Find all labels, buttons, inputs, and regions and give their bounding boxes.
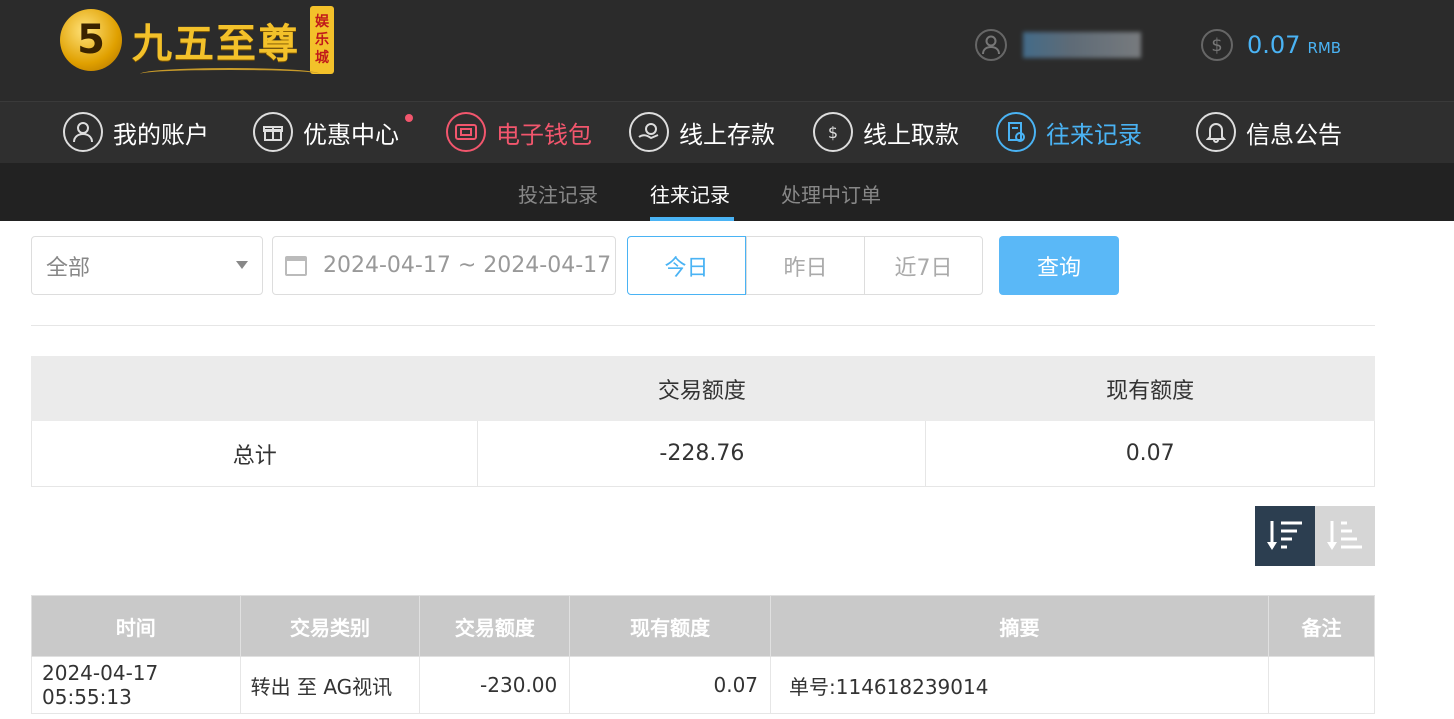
withdraw-icon: $: [813, 112, 853, 152]
logo-flourish: [140, 68, 320, 80]
brand-logo[interactable]: 5 九五至尊 娱乐城: [60, 6, 334, 74]
nav-promotions[interactable]: 优惠中心: [253, 112, 413, 152]
query-button[interactable]: 查询: [999, 236, 1119, 295]
summary-total-amount: -228.76: [477, 420, 927, 487]
yesterday-button[interactable]: 昨日: [746, 236, 865, 295]
nav-my-account[interactable]: 我的账户: [63, 112, 209, 152]
sort-ascending-button[interactable]: [1315, 506, 1375, 566]
col-header-note: 备注: [1267, 595, 1376, 657]
wallet-icon: [446, 112, 486, 152]
last-7-days-button[interactable]: 近7日: [864, 236, 983, 295]
transaction-table: 时间 交易类别 交易额度 现有额度 摘要 备注 2024-04-17 05:55…: [31, 595, 1376, 714]
nav-online-deposit[interactable]: 线上存款: [629, 112, 775, 152]
nav-label: 电子钱包: [496, 120, 592, 149]
summary-row: 总计 -228.76 0.07: [30, 420, 1375, 487]
logo-emblem-icon: 5: [60, 9, 122, 71]
logo-seal-text: 娱乐城: [315, 14, 329, 66]
cell-time: 2024-04-17 05:55:13: [31, 656, 241, 714]
nav-e-wallet[interactable]: 电子钱包: [446, 112, 592, 152]
top-bar: 5 九五至尊 娱乐城 $ 0.07 RMB: [0, 0, 1454, 101]
sub-nav: 投注记录 往来记录 处理中订单: [0, 163, 1454, 221]
balance-currency: RMB: [1307, 39, 1342, 57]
balance-value: 0.07: [1247, 31, 1301, 59]
nav-transaction-records[interactable]: 往来记录: [996, 112, 1142, 152]
date-range-value: 2024-04-17 ~ 2024-04-17: [323, 253, 612, 278]
main-nav: 我的账户 优惠中心 电子钱包 线上存款 $ 线上取款 往来记录 信息公告: [0, 101, 1454, 163]
nav-label: 线上存款: [679, 120, 775, 149]
sort-descending-button[interactable]: [1255, 506, 1315, 566]
cell-amount: -230.00: [419, 656, 571, 714]
summary-header-amount: 交易额度: [477, 356, 927, 421]
logo-text: 九五至尊: [132, 20, 300, 67]
table-header-row: 时间 交易类别 交易额度 现有额度 摘要 备注: [31, 595, 1376, 657]
sort-descending-icon: [1267, 521, 1302, 550]
summary-header-balance: 现有额度: [925, 356, 1375, 421]
gift-icon: [253, 112, 293, 152]
col-header-time: 时间: [31, 595, 241, 657]
user-icon: [63, 112, 103, 152]
notification-dot: [405, 114, 413, 122]
summary-total-label: 总计: [30, 420, 479, 487]
type-select[interactable]: 全部: [31, 236, 263, 295]
balance-display: $ 0.07 RMB: [1201, 29, 1341, 61]
user-icon: [975, 29, 1007, 61]
nav-online-withdraw[interactable]: $ 线上取款: [813, 112, 959, 152]
logo-seal: 娱乐城: [310, 6, 334, 74]
sort-ascending-icon: [1327, 521, 1362, 550]
cell-type: 转出 至 AG视讯: [239, 656, 421, 714]
col-header-summary: 摘要: [770, 595, 1269, 657]
records-icon: [996, 112, 1036, 152]
deposit-icon: [629, 112, 669, 152]
nav-label: 优惠中心: [303, 120, 399, 149]
today-button[interactable]: 今日: [627, 236, 746, 295]
cell-summary: 单号:114618239014: [770, 656, 1269, 714]
cell-balance: 0.07: [569, 656, 772, 714]
user-info[interactable]: [975, 29, 1141, 61]
tab-transaction-records[interactable]: 往来记录: [650, 179, 730, 208]
nav-announcements[interactable]: 信息公告: [1196, 112, 1342, 152]
divider: [31, 325, 1375, 326]
username-redacted: [1023, 32, 1141, 58]
nav-label: 线上取款: [863, 120, 959, 149]
col-header-balance: 现有额度: [569, 595, 772, 657]
date-range-input[interactable]: 2024-04-17 ~ 2024-04-17: [272, 236, 616, 295]
type-select-value: 全部: [46, 255, 91, 281]
nav-label: 往来记录: [1046, 120, 1142, 149]
col-header-amount: 交易额度: [419, 595, 571, 657]
summary-table: 交易额度 现有额度 总计 -228.76 0.07: [30, 356, 1375, 487]
col-header-type: 交易类别: [239, 595, 421, 657]
tab-bet-records[interactable]: 投注记录: [518, 179, 598, 208]
summary-header-blank: [30, 356, 479, 421]
calendar-icon: [285, 255, 307, 276]
filter-bar: 全部 2024-04-17 ~ 2024-04-17 今日 昨日 近7日 查询: [0, 221, 1454, 325]
summary-header-row: 交易额度 现有额度: [30, 356, 1375, 421]
tab-pending-orders[interactable]: 处理中订单: [781, 179, 881, 208]
bell-icon: [1196, 112, 1236, 152]
chevron-down-icon: [236, 261, 248, 269]
cell-note: [1267, 656, 1376, 714]
table-row: 2024-04-17 05:55:13 转出 至 AG视讯 -230.00 0.…: [31, 656, 1376, 714]
summary-total-balance: 0.07: [925, 420, 1375, 487]
nav-label: 我的账户: [113, 120, 209, 149]
dollar-icon: $: [1201, 29, 1233, 61]
nav-label: 信息公告: [1246, 120, 1342, 149]
